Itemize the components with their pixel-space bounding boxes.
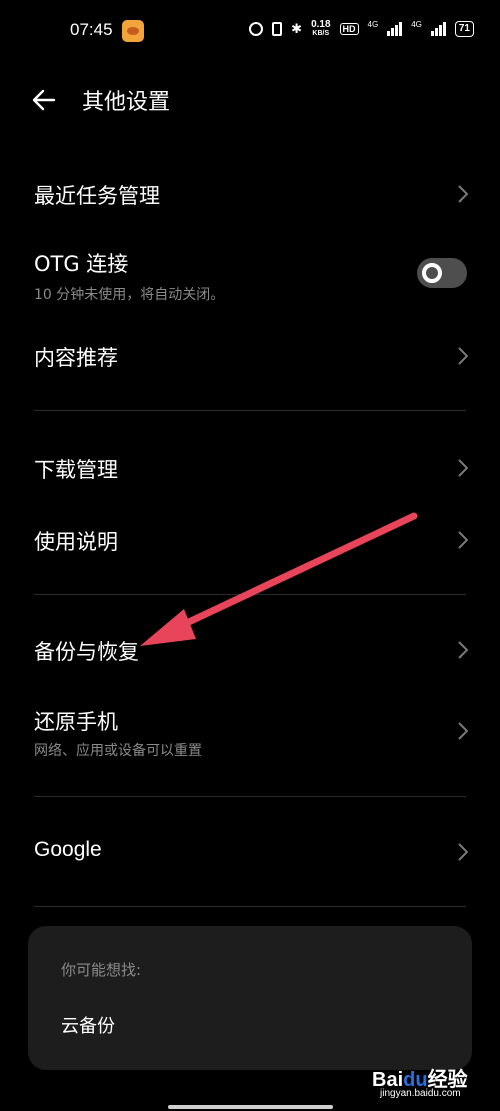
settings-item-label: OTG 连接 <box>34 252 129 276</box>
network-type-2: 4G <box>411 20 422 29</box>
settings-item-recent-tasks[interactable]: 最近任务管理 <box>0 160 500 228</box>
bluetooth-icon: ✱ <box>291 21 303 36</box>
watermark-url: jingyan.baidu.com <box>380 1088 461 1099</box>
divider <box>34 796 466 797</box>
settings-item-otg[interactable]: OTG 连接 10 分钟未使用，将自动关闭。 <box>0 232 500 312</box>
page-header: 其他设置 <box>0 75 500 125</box>
chevron-right-icon <box>458 641 468 659</box>
settings-item-content-recommend[interactable]: 内容推荐 <box>0 322 500 390</box>
app-notification-icon <box>122 20 144 42</box>
network-speed-unit: KB/S <box>312 30 330 37</box>
chevron-right-icon <box>458 347 468 365</box>
battery-icon: 71 <box>454 21 474 37</box>
hd-badge: HD <box>339 23 359 35</box>
page-title: 其他设置 <box>82 90 171 115</box>
chevron-right-icon <box>458 185 468 203</box>
chevron-right-icon <box>458 722 468 740</box>
vibrate-icon <box>272 22 283 36</box>
back-arrow-icon[interactable] <box>30 86 58 114</box>
settings-item-reset-phone[interactable]: 还原手机 网络、应用或设备可以重置 <box>0 690 500 774</box>
settings-item-label: 使用说明 <box>34 530 118 554</box>
divider <box>34 410 466 411</box>
otg-toggle[interactable] <box>417 258 467 288</box>
signal-icon-1 <box>387 22 403 36</box>
suggestion-heading: 你可能想找: <box>61 961 142 979</box>
settings-item-label: Google <box>34 838 102 861</box>
settings-item-label: 内容推荐 <box>34 346 118 370</box>
settings-item-label: 还原手机 <box>34 710 118 734</box>
status-icons: ✱ 0.18 KB/S HD 4G 4G 71 <box>249 20 474 38</box>
settings-item-label: 下载管理 <box>34 458 118 482</box>
chevron-right-icon <box>458 531 468 549</box>
settings-item-user-guide[interactable]: 使用说明 <box>0 506 500 574</box>
baidu-jingyan-watermark: Baidu经验 jingyan.baidu.com <box>372 1063 492 1105</box>
signal-icon-2 <box>430 22 446 36</box>
settings-item-subtitle: 10 分钟未使用，将自动关闭。 <box>34 287 225 303</box>
status-time: 07:45 <box>70 20 113 39</box>
suggestion-card: 你可能想找: 云备份 <box>28 926 472 1070</box>
network-type-1: 4G <box>367 20 379 29</box>
network-speed-value: 0.18 <box>311 19 331 30</box>
settings-item-label: 最近任务管理 <box>34 184 160 208</box>
alarm-icon <box>249 22 264 36</box>
network-speed: 0.18 KB/S <box>311 20 330 38</box>
divider <box>34 906 466 907</box>
toggle-knob <box>422 263 442 283</box>
settings-item-backup-restore[interactable]: 备份与恢复 <box>0 616 500 684</box>
status-bar: 07:45 ✱ 0.18 KB/S HD 4G 4G 71 <box>0 0 500 64</box>
suggestion-item-cloud-backup[interactable]: 云备份 <box>61 1012 115 1038</box>
settings-item-download-manager[interactable]: 下载管理 <box>0 434 500 502</box>
settings-item-subtitle: 网络、应用或设备可以重置 <box>34 743 202 759</box>
chevron-right-icon <box>458 843 468 861</box>
home-indicator[interactable] <box>168 1105 333 1109</box>
settings-item-label: 备份与恢复 <box>34 640 139 664</box>
divider <box>34 594 466 595</box>
chevron-right-icon <box>458 459 468 477</box>
settings-item-google[interactable]: Google <box>0 818 500 886</box>
